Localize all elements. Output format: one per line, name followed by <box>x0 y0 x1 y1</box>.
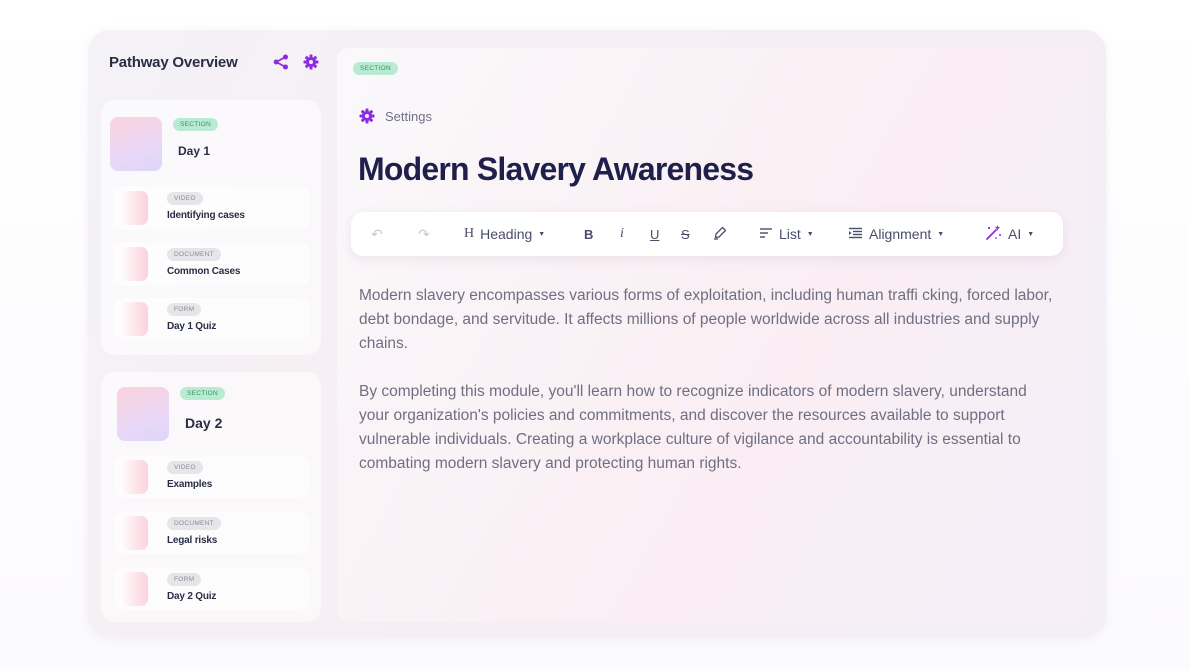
bold-icon: B <box>584 226 594 242</box>
section-title: Day 1 <box>178 144 211 158</box>
item-thumbnail <box>120 516 148 550</box>
item-type-badge: DOCUMENT <box>167 248 221 261</box>
item-label: Identifying cases <box>167 210 245 221</box>
sidebar-title: Pathway Overview <box>109 53 238 71</box>
italic-button[interactable]: i <box>620 212 624 256</box>
list-icon <box>759 226 773 242</box>
item-label: Examples <box>167 479 213 490</box>
paragraph: By completing this module, you'll learn … <box>359 383 1027 472</box>
list-item[interactable]: DOCUMENT Common Cases <box>114 243 310 285</box>
strikethrough-icon: S <box>681 226 690 242</box>
sidebar: Pathway Overview SECTION Day 1 VIDEO Ide… <box>88 30 338 637</box>
section-card-day-1[interactable]: SECTION Day 1 VIDEO Identifying cases DO… <box>101 100 321 355</box>
undo-icon: ↶ <box>371 225 383 242</box>
chevron-down-icon: ▼ <box>1027 230 1035 238</box>
underline-icon: U <box>650 226 660 242</box>
gear-icon[interactable] <box>303 54 319 70</box>
share-icon[interactable] <box>273 54 289 70</box>
alignment-dropdown[interactable]: Alignment ▼ <box>848 212 944 256</box>
italic-icon: i <box>620 226 624 241</box>
settings-label: Settings <box>385 108 432 124</box>
item-type-badge: VIDEO <box>167 192 203 205</box>
list-item[interactable]: DOCUMENT Legal risks <box>114 512 310 554</box>
redo-icon: ↷ <box>418 225 430 242</box>
item-thumbnail <box>120 302 148 336</box>
item-type-badge: VIDEO <box>167 461 203 474</box>
item-label: Common Cases <box>167 266 241 277</box>
section-badge: SECTION <box>180 387 225 400</box>
strikethrough-button[interactable]: S <box>681 212 690 256</box>
section-thumbnail <box>110 117 162 171</box>
item-label: Day 1 Quiz <box>167 321 217 332</box>
gear-icon <box>359 108 375 124</box>
undo-button[interactable]: ↶ <box>371 212 383 256</box>
section-thumbnail <box>117 387 169 441</box>
ai-label: AI <box>1008 226 1022 242</box>
paragraph: Modern slavery encompasses various forms… <box>359 287 1053 352</box>
page-title[interactable]: Modern Slavery Awareness <box>358 151 754 188</box>
chevron-down-icon: ▼ <box>806 230 814 238</box>
list-item[interactable]: FORM Day 1 Quiz <box>114 298 310 340</box>
list-dropdown[interactable]: List ▼ <box>759 212 814 256</box>
item-label: Legal risks <box>167 535 218 546</box>
item-thumbnail <box>120 572 148 606</box>
highlighter-icon <box>713 226 727 243</box>
settings-button[interactable]: Settings <box>359 108 432 124</box>
item-type-badge: FORM <box>167 573 202 586</box>
item-thumbnail <box>120 191 148 225</box>
editor-toolbar: ↶ ↷ H Heading ▼ B i U S List ▼ Alignment… <box>351 212 1063 256</box>
item-type-badge: DOCUMENT <box>167 517 221 530</box>
ai-dropdown[interactable]: AI ▼ <box>985 212 1034 256</box>
heading-dropdown[interactable]: H Heading ▼ <box>464 212 545 256</box>
magic-wand-icon <box>985 224 1002 244</box>
section-badge: SECTION <box>353 62 398 75</box>
section-header: SECTION Day 1 <box>101 100 321 184</box>
editor-panel: SECTION Settings Modern Slavery Awarenes… <box>337 48 1087 622</box>
list-item[interactable]: FORM Day 2 Quiz <box>114 568 310 610</box>
section-title: Day 2 <box>185 415 223 431</box>
item-thumbnail <box>120 247 148 281</box>
sidebar-header: Pathway Overview <box>109 52 319 72</box>
chevron-down-icon: ▼ <box>538 230 546 238</box>
list-label: List <box>779 226 801 242</box>
align-icon <box>848 226 863 242</box>
bold-button[interactable]: B <box>584 212 593 256</box>
redo-button[interactable]: ↷ <box>418 212 430 256</box>
item-label: Day 2 Quiz <box>167 591 217 602</box>
editor-content[interactable]: Modern slavery encompasses various forms… <box>359 284 1059 500</box>
chevron-down-icon: ▼ <box>937 230 945 238</box>
list-item[interactable]: VIDEO Examples <box>114 456 310 498</box>
section-badge: SECTION <box>173 118 218 131</box>
heading-icon: H <box>464 226 475 241</box>
section-card-day-2[interactable]: SECTION Day 2 VIDEO Examples DOCUMENT Le… <box>101 372 321 622</box>
list-item[interactable]: VIDEO Identifying cases <box>114 187 310 229</box>
item-thumbnail <box>120 460 148 494</box>
underline-button[interactable]: U <box>650 212 659 256</box>
section-header: SECTION Day 2 <box>101 372 321 456</box>
heading-label: Heading <box>480 226 533 242</box>
highlight-button[interactable] <box>713 212 727 256</box>
alignment-label: Alignment <box>869 226 932 242</box>
app-window: Pathway Overview SECTION Day 1 VIDEO Ide… <box>88 30 1106 637</box>
item-type-badge: FORM <box>167 303 202 316</box>
